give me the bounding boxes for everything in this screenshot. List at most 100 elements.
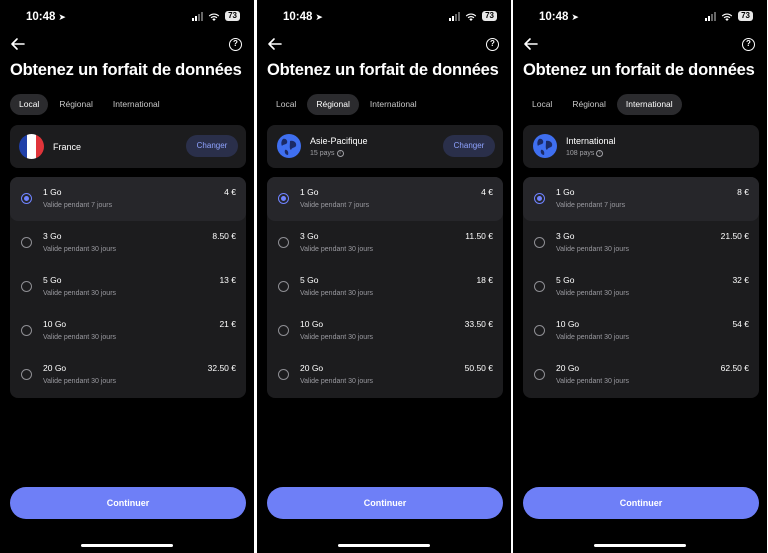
world-globe-icon <box>532 133 558 159</box>
plan-validity: Valide pendant 30 jours <box>43 378 117 385</box>
continue-button[interactable]: Continuer <box>523 487 759 519</box>
status-time: 10:48 ➤ <box>283 11 323 23</box>
tab-local[interactable]: Local <box>523 94 561 115</box>
plan-option[interactable]: 10 Go Valide pendant 30 jours 33.50 € <box>267 309 503 353</box>
home-indicator <box>81 544 173 547</box>
plan-validity: Valide pendant 7 jours <box>43 202 113 209</box>
time-text: 10:48 <box>283 11 313 23</box>
plan-validity: Valide pendant 30 jours <box>300 378 374 385</box>
plan-validity: Valide pendant 30 jours <box>43 246 117 253</box>
destination-card: International 108 pays i <box>523 125 759 168</box>
plan-price: 21 € <box>219 319 236 329</box>
info-icon[interactable]: i <box>336 150 344 157</box>
radio-button[interactable] <box>278 281 289 292</box>
plan-option[interactable]: 3 Go Valide pendant 30 jours 11.50 € <box>267 221 503 265</box>
wifi-icon <box>465 12 477 21</box>
page-title: Obtenez un forfait de données <box>10 61 242 79</box>
plan-option[interactable]: 10 Go Valide pendant 30 jours 21 € <box>10 309 246 353</box>
plan-option[interactable]: 3 Go Valide pendant 30 jours 21.50 € <box>523 221 759 265</box>
country-count-text: 15 pays <box>310 150 335 157</box>
plan-option[interactable]: 1 Go Valide pendant 7 jours 4 € <box>267 177 503 221</box>
back-arrow-icon[interactable] <box>267 37 283 51</box>
radio-button[interactable] <box>534 237 545 248</box>
plan-validity: Valide pendant 7 jours <box>300 202 370 209</box>
tab-local[interactable]: Local <box>267 94 305 115</box>
france-flag-icon <box>19 134 44 159</box>
tab-international[interactable]: International <box>104 94 169 115</box>
plan-option[interactable]: 5 Go Valide pendant 30 jours 13 € <box>10 265 246 309</box>
plan-data-amount: 1 Go <box>43 187 62 197</box>
signal-icon <box>192 11 204 21</box>
plan-data-amount: 10 Go <box>43 319 67 329</box>
back-arrow-icon[interactable] <box>523 37 539 51</box>
radio-button[interactable] <box>21 325 32 336</box>
status-bar: 10:48 ➤ 73 <box>0 10 254 26</box>
plan-option[interactable]: 1 Go Valide pendant 7 jours 8 € <box>523 177 759 221</box>
plan-validity: Valide pendant 30 jours <box>556 246 630 253</box>
destination-card: France Changer <box>10 125 246 168</box>
home-indicator <box>594 544 686 547</box>
plan-option[interactable]: 20 Go Valide pendant 30 jours 50.50 € <box>267 353 503 397</box>
plan-data-amount: 20 Go <box>43 363 67 373</box>
plan-option[interactable]: 10 Go Valide pendant 30 jours 54 € <box>523 309 759 353</box>
plan-validity: Valide pendant 30 jours <box>556 290 630 297</box>
plan-price: 4 € <box>224 187 236 197</box>
status-time: 10:48 ➤ <box>26 11 66 23</box>
continue-button[interactable]: Continuer <box>10 487 246 519</box>
continue-button[interactable]: Continuer <box>267 487 503 519</box>
back-arrow-icon[interactable] <box>10 37 26 51</box>
radio-button[interactable] <box>534 281 545 292</box>
tab-international[interactable]: International <box>361 94 426 115</box>
radio-button[interactable] <box>534 325 545 336</box>
plan-option[interactable]: 1 Go Valide pendant 7 jours 4 € <box>10 177 246 221</box>
location-arrow-icon: ➤ <box>315 12 323 22</box>
tab-regional[interactable]: Régional <box>50 94 102 115</box>
phone-screen: 10:48 ➤ 73? Obtenez un forfait de données Lo… <box>513 0 767 553</box>
plan-data-amount: 5 Go <box>300 275 319 285</box>
change-destination-button[interactable]: Changer <box>443 135 495 157</box>
country-count: 15 pays i <box>310 150 344 157</box>
plan-data-amount: 20 Go <box>556 363 580 373</box>
tab-local[interactable]: Local <box>10 94 49 115</box>
home-indicator <box>338 544 430 547</box>
phone-screen: 10:48 ➤ 73? Obtenez un forfait de données Lo… <box>257 0 511 553</box>
page-title: Obtenez un forfait de données <box>267 61 499 79</box>
info-icon[interactable]: i <box>596 150 604 157</box>
change-destination-button[interactable]: Changer <box>186 135 238 157</box>
phone-screen: 10:48 ➤ 73? Obtenez un forfait de données Lo… <box>0 0 254 553</box>
wifi-icon <box>721 12 733 21</box>
tab-international[interactable]: International <box>616 94 682 115</box>
radio-button[interactable] <box>534 193 545 204</box>
time-text: 10:48 <box>26 11 56 23</box>
plan-validity: Valide pendant 30 jours <box>43 334 117 341</box>
plan-option[interactable]: 5 Go Valide pendant 30 jours 18 € <box>267 265 503 309</box>
destination-name: International <box>566 136 616 146</box>
plan-option[interactable]: 3 Go Valide pendant 30 jours 8.50 € <box>10 221 246 265</box>
plan-option[interactable]: 20 Go Valide pendant 30 jours 62.50 € <box>523 353 759 397</box>
radio-button[interactable] <box>21 369 32 380</box>
radio-button[interactable] <box>278 325 289 336</box>
radio-button[interactable] <box>534 369 545 380</box>
help-icon[interactable]: ? <box>742 38 755 51</box>
plan-price: 32.50 € <box>207 363 236 373</box>
tab-regional[interactable]: Régional <box>563 94 615 115</box>
radio-button[interactable] <box>278 237 289 248</box>
radio-button[interactable] <box>278 193 289 204</box>
plan-price: 4 € <box>481 187 493 197</box>
plan-price: 62.50 € <box>720 363 749 373</box>
help-icon[interactable]: ? <box>486 38 499 51</box>
tab-regional[interactable]: Régional <box>307 94 359 115</box>
destination-name: France <box>53 142 82 152</box>
status-icons: 73 <box>192 11 240 21</box>
plan-data-amount: 1 Go <box>300 187 319 197</box>
plan-option[interactable]: 20 Go Valide pendant 30 jours 32.50 € <box>10 353 246 397</box>
help-icon[interactable]: ? <box>229 38 242 51</box>
battery-indicator: 73 <box>482 11 497 21</box>
status-icons: 73 <box>705 11 753 21</box>
radio-button[interactable] <box>278 369 289 380</box>
radio-button[interactable] <box>21 237 32 248</box>
radio-button[interactable] <box>21 281 32 292</box>
radio-button[interactable] <box>21 193 32 204</box>
plan-option[interactable]: 5 Go Valide pendant 30 jours 32 € <box>523 265 759 309</box>
plan-data-amount: 20 Go <box>300 363 324 373</box>
